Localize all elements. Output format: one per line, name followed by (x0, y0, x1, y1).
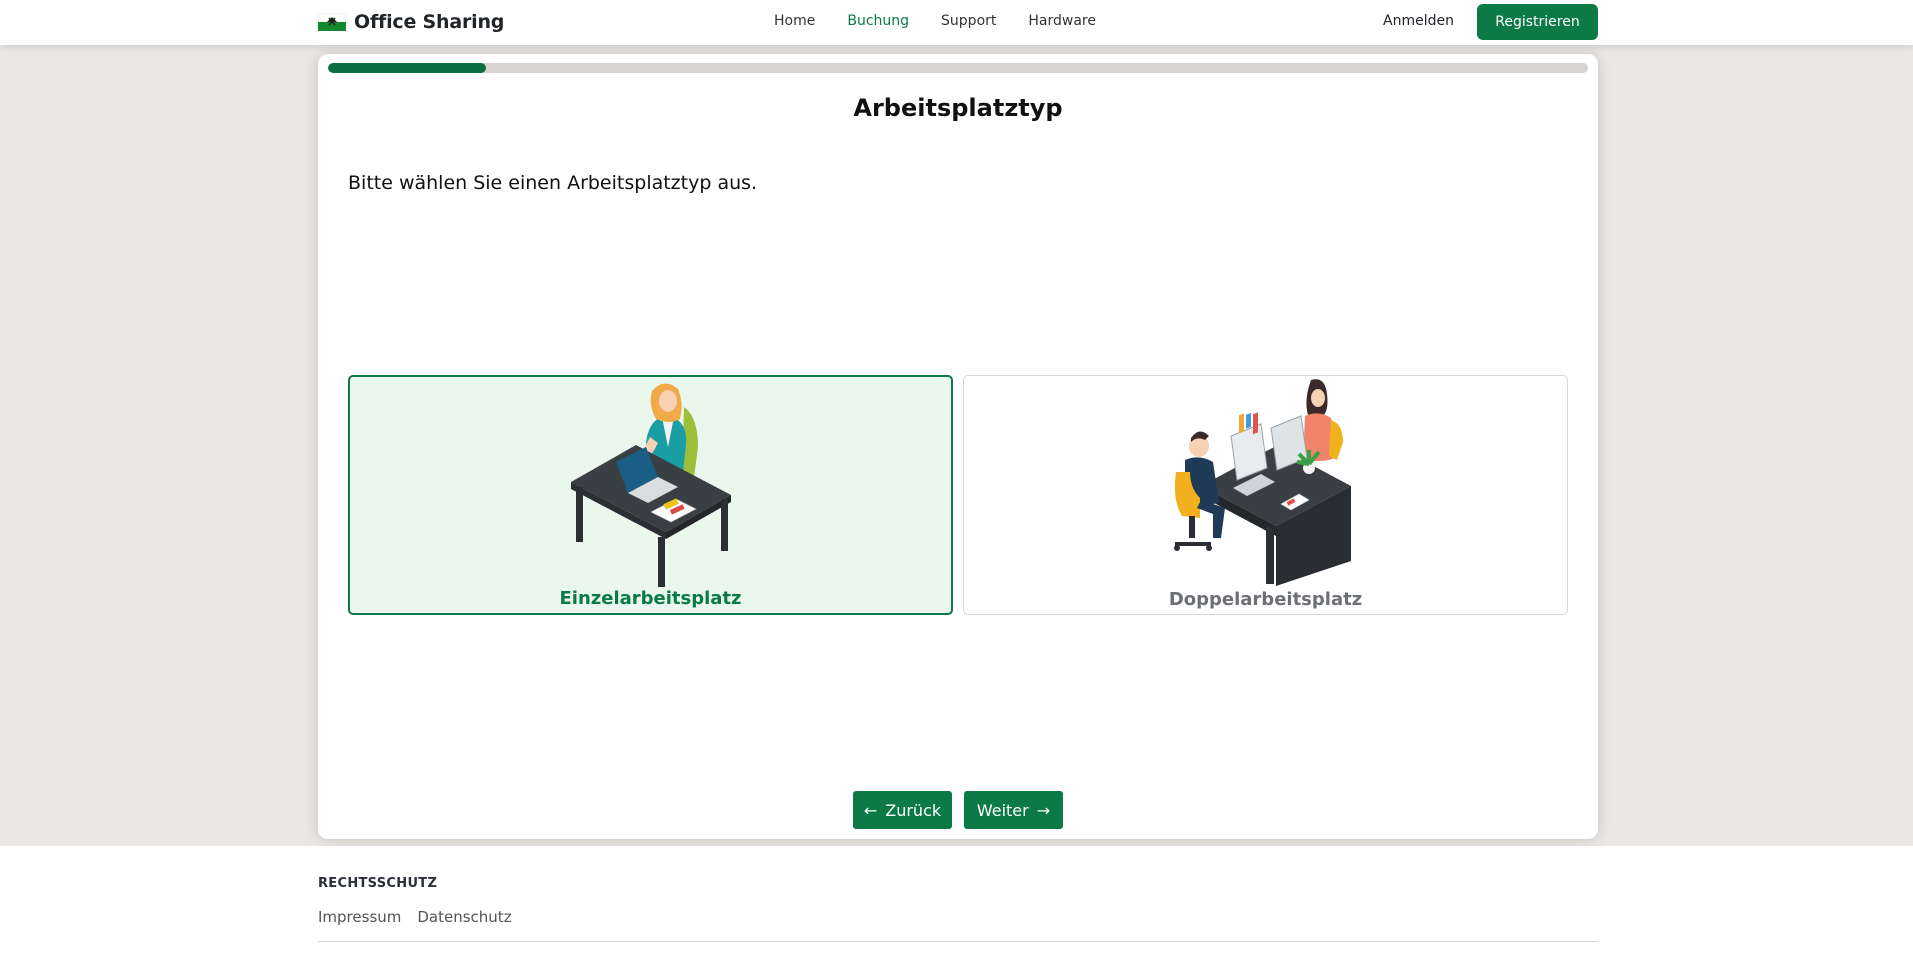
option-double-workspace-label: Doppelarbeitsplatz (1168, 589, 1363, 610)
register-button[interactable]: Registrieren (1477, 4, 1598, 40)
nav-link-buchung[interactable]: Buchung (847, 13, 909, 29)
next-button-label: Weiter (976, 800, 1029, 820)
next-button[interactable]: Weiter → (964, 791, 1063, 829)
booking-progress-bar (328, 63, 1588, 73)
step-title: Arbeitsplatztyp (853, 94, 1063, 122)
main-nav: Home Buchung Support Hardware (774, 13, 1128, 29)
nav-link-support[interactable]: Support (941, 13, 996, 29)
back-button-label: Zurück (885, 800, 942, 820)
nav-link-home[interactable]: Home (774, 13, 815, 29)
page-footer: RECHTSSCHUTZ Impressum Datenschutz (0, 846, 1913, 956)
brand-home-link[interactable]: Office Sharing (318, 10, 504, 34)
footer-links: Impressum Datenschutz (318, 908, 528, 926)
footer-link-datenschutz[interactable]: Datenschutz (417, 908, 511, 926)
option-single-workspace-label: Einzelarbeitsplatz (559, 588, 742, 609)
footer-divider (318, 941, 1598, 942)
arrow-right-icon: → (1036, 800, 1051, 820)
option-double-workspace[interactable]: Doppelarbeitsplatz (963, 375, 1568, 615)
arrow-left-icon: ← (863, 800, 878, 820)
booking-progress-fill (328, 63, 486, 73)
nav-link-hardware[interactable]: Hardware (1028, 13, 1096, 29)
option-single-workspace[interactable]: Einzelarbeitsplatz (348, 375, 953, 615)
footer-link-impressum[interactable]: Impressum (318, 908, 401, 926)
top-navbar: Office Sharing Home Buchung Support Hard… (0, 0, 1913, 45)
footer-heading: RECHTSSCHUTZ (318, 876, 438, 891)
login-link[interactable]: Anmelden (1383, 13, 1454, 29)
step-instruction: Bitte wählen Sie einen Arbeitsplatztyp a… (348, 172, 758, 194)
booking-step-card: Arbeitsplatztyp Bitte wählen Sie einen A… (318, 54, 1598, 839)
double-workspace-illustration (1173, 379, 1351, 586)
back-button[interactable]: ← Zurück (853, 791, 952, 829)
flag-logo-icon (318, 13, 346, 31)
single-workspace-illustration (570, 383, 731, 587)
brand-name: Office Sharing (354, 11, 505, 33)
